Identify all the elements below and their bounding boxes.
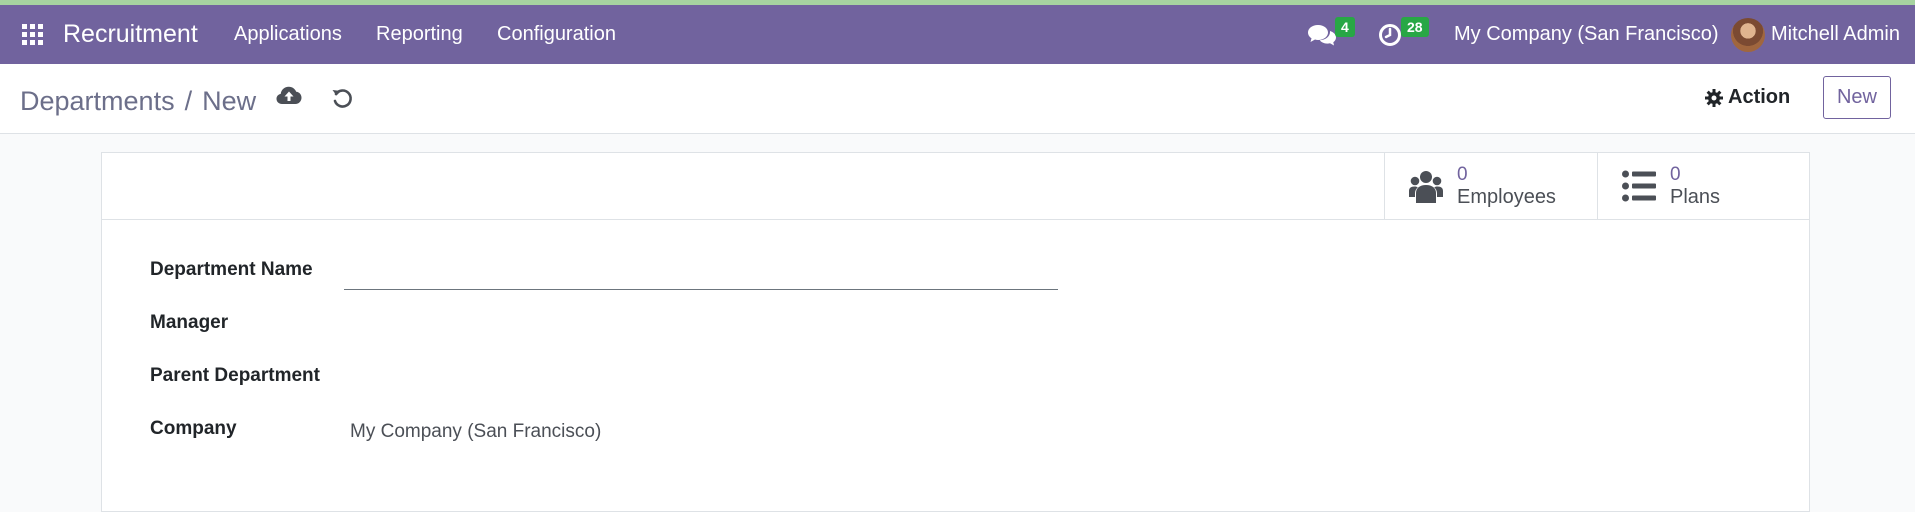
gear-icon (1705, 88, 1723, 107)
department-name-input[interactable] (344, 257, 1058, 290)
messages-chat-icon[interactable] (1308, 5, 1336, 64)
discard-undo-icon[interactable] (331, 87, 353, 114)
plans-count: 0 (1670, 164, 1681, 185)
list-icon (1622, 170, 1656, 202)
menu-configuration[interactable]: Configuration (497, 5, 616, 64)
user-avatar (1731, 17, 1765, 52)
users-icon (1409, 169, 1443, 203)
action-label: Action (1728, 86, 1791, 108)
company-switcher[interactable]: My Company (San Francisco) (1454, 5, 1719, 64)
menu-reporting[interactable]: Reporting (376, 5, 463, 64)
menu-applications[interactable]: Applications (234, 5, 342, 64)
app-brand[interactable]: Recruitment (63, 5, 198, 64)
activities-badge: 28 (1401, 17, 1429, 37)
breadcrumb-current: New (202, 86, 257, 116)
company-field-value[interactable]: My Company (San Francisco) (350, 421, 601, 443)
parent-department-input[interactable] (344, 363, 1058, 396)
parent-department-label: Parent Department (150, 365, 320, 386)
breadcrumb-departments-link[interactable]: Departments (20, 86, 175, 117)
form-sheet: 0 Employees 0 Plans Department Name Mana… (101, 152, 1810, 512)
company-label: Company (150, 418, 237, 439)
breadcrumb-separator: / (184, 86, 193, 116)
employees-count: 0 (1457, 164, 1468, 185)
activity-clock-icon[interactable] (1378, 5, 1402, 64)
save-cloud-upload-icon[interactable] (276, 85, 302, 112)
user-name: Mitchell Admin (1771, 23, 1900, 45)
plans-stat-button[interactable]: 0 Plans (1597, 153, 1810, 219)
action-menu-button[interactable]: Action (1705, 86, 1790, 109)
manager-label: Manager (150, 312, 229, 333)
new-record-button[interactable]: New (1823, 76, 1891, 119)
main-navbar: Recruitment Applications Reporting Confi… (0, 5, 1915, 64)
manager-input[interactable] (344, 310, 1058, 343)
plans-label: Plans (1670, 186, 1721, 208)
control-panel: Departments / New Action New (0, 64, 1915, 134)
smart-button-box: 0 Employees 0 Plans (102, 153, 1809, 220)
employees-stat-button[interactable]: 0 Employees (1384, 153, 1597, 219)
messages-badge: 4 (1335, 17, 1355, 37)
breadcrumb: Departments / New (20, 86, 256, 117)
user-menu[interactable]: Mitchell Admin (1731, 5, 1900, 64)
department-name-label: Department Name (150, 259, 313, 280)
apps-menu-icon[interactable] (22, 5, 44, 64)
employees-label: Employees (1457, 186, 1556, 208)
